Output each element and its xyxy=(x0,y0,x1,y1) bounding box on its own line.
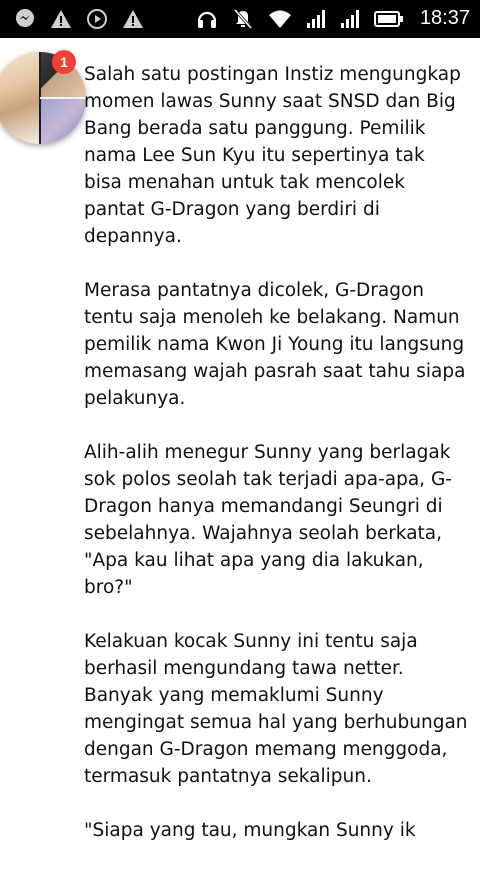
avatar-image xyxy=(0,52,40,144)
status-left-icons xyxy=(14,8,144,30)
wifi-icon xyxy=(268,9,292,29)
headset-icon xyxy=(196,8,218,30)
article-paragraph: Merasa pantatnya dicolek, G-Dragon tentu… xyxy=(84,280,466,409)
status-time: 18:37 xyxy=(419,7,470,29)
article-paragraph: Salah satu postingan Instiz mengungkap m… xyxy=(84,64,461,247)
status-bar: 18:37 xyxy=(0,0,480,38)
messenger-icon xyxy=(14,8,36,30)
article-body: Salah satu postingan Instiz mengungkap m… xyxy=(84,61,468,871)
status-right-icons: 18:37 xyxy=(196,7,470,30)
chat-head[interactable]: 1 xyxy=(0,50,86,144)
signal-icon xyxy=(340,9,360,29)
notification-badge: 1 xyxy=(52,50,76,74)
play-icon xyxy=(86,8,108,30)
avatar-divider xyxy=(40,97,86,99)
signal-icon xyxy=(306,9,326,29)
warning-icon xyxy=(50,9,72,29)
warning-icon xyxy=(122,9,144,29)
mute-icon xyxy=(232,8,254,30)
avatar-image xyxy=(40,98,86,144)
article-paragraph: Kelakuan kocak Sunny ini tentu saja berh… xyxy=(84,631,468,787)
article-paragraph: "Siapa yang tau, mungkan Sunny ik xyxy=(84,820,416,841)
article-paragraph: Alih-alih menegur Sunny yang berlagak so… xyxy=(84,442,452,598)
battery-icon xyxy=(373,10,404,28)
